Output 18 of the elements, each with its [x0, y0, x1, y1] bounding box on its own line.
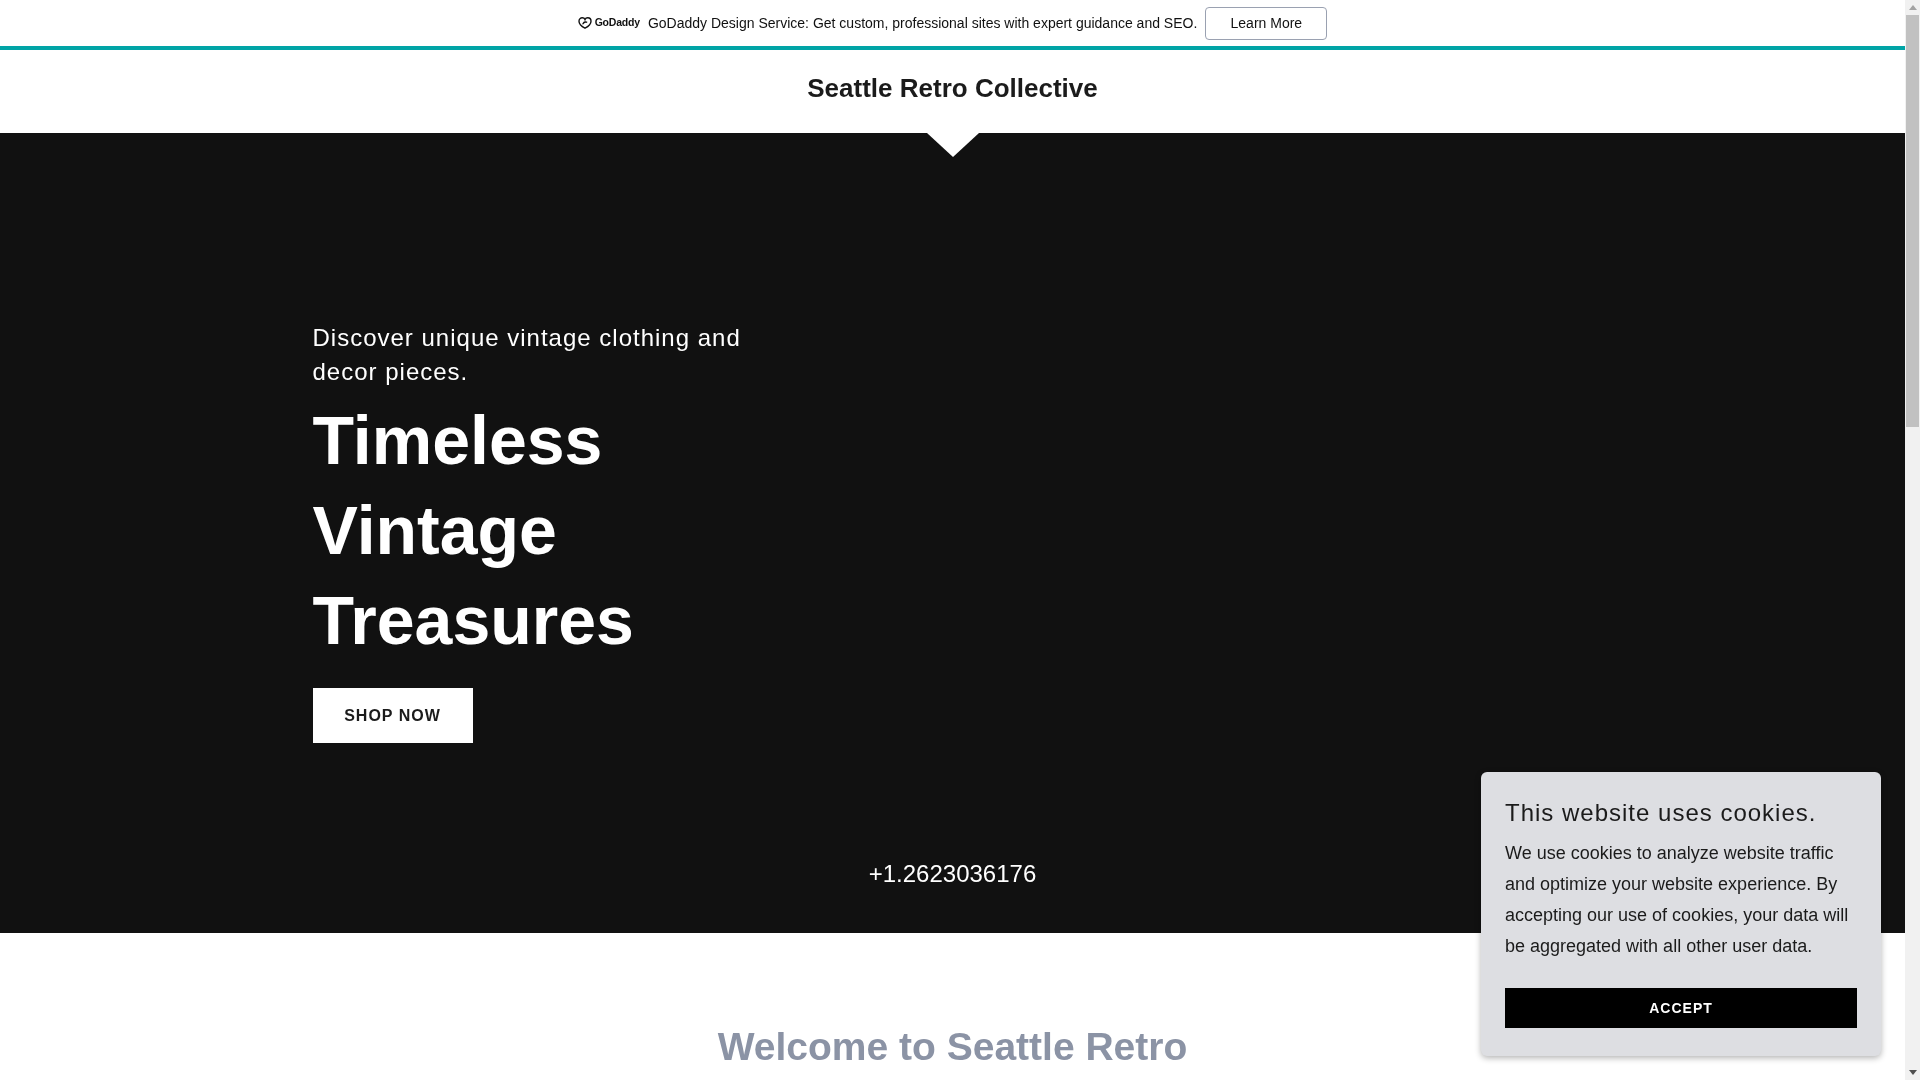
scroll-down-arrow-icon[interactable] — [1908, 1070, 1917, 1075]
hero-heading: Timeless Vintage Treasures — [312, 401, 635, 660]
shop-now-button[interactable]: SHOP NOW — [312, 688, 473, 743]
logo-icon — [577, 17, 592, 29]
cookie-title: This website uses cookies. — [1505, 798, 1818, 828]
site-title: Seattle Retro Collective — [807, 72, 1098, 105]
cookie-text: We use cookies to analyze website traffic and optimize your website experience. By accepting our use of cookies, your data will be aggregated with all other user data. — [1505, 842, 1850, 958]
scrollbar[interactable] — [1905, 0, 1920, 1080]
scrollbar-thumb[interactable] — [1906, 15, 1919, 427]
learn-more-button[interactable]: Learn More — [1205, 6, 1328, 40]
promo-message: GoDaddy Design Service: Get custom, professional sites with expert guidance and SEO. — [647, 13, 1198, 33]
logo-text: GoDaddy — [594, 15, 640, 31]
scroll-up-arrow-icon[interactable] — [1908, 5, 1917, 10]
phone-number-link[interactable]: +1.2623036176 — [868, 860, 1037, 887]
welcome-heading: Welcome to Seattle Retro — [717, 1024, 1188, 1070]
accept-button[interactable]: ACCEPT — [1505, 988, 1857, 1028]
hero-tagline: Discover unique vintage clothing and decor pieces. — [312, 323, 742, 387]
down-triangle-icon — [926, 133, 979, 157]
